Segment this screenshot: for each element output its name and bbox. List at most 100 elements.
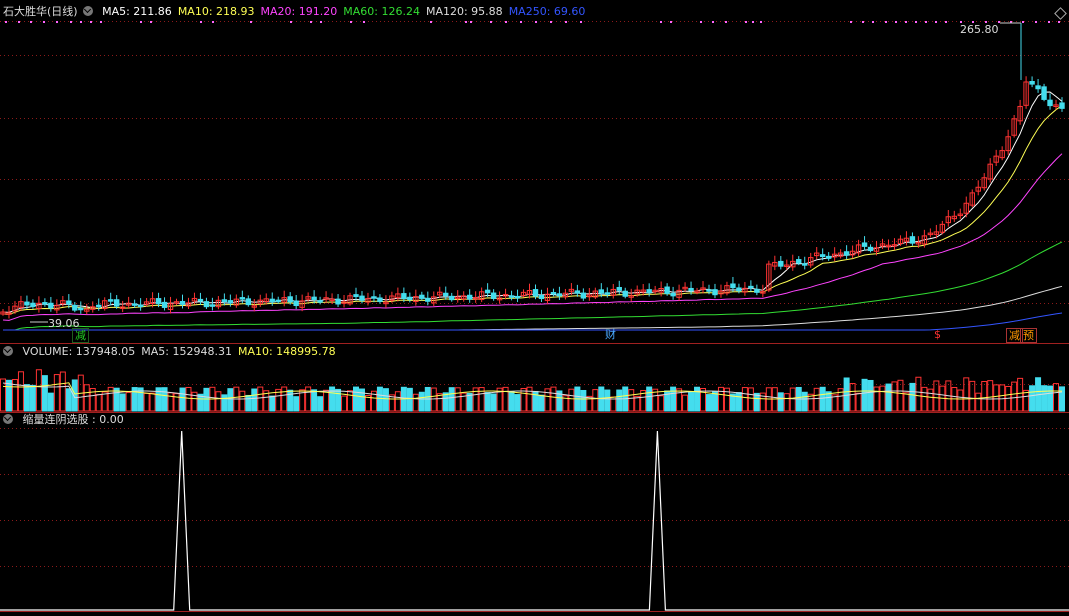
volume-bar: [538, 394, 545, 412]
volume-bar: [873, 386, 880, 412]
candle-body: [131, 303, 138, 306]
volume-bar: [125, 392, 132, 412]
signal-dot: [465, 21, 467, 23]
volume-bar: [281, 386, 288, 412]
volume-bar: [747, 387, 754, 412]
candle-body: [843, 251, 850, 256]
signal-dot: [470, 21, 472, 23]
candle-body: [107, 299, 114, 302]
candle-body: [425, 297, 431, 302]
signal-dot: [565, 21, 567, 23]
candle-body: [287, 296, 293, 303]
volume-bar: [35, 369, 42, 412]
candle-body: [909, 236, 916, 244]
volume-bar: [23, 384, 30, 412]
indicator-value: MA5: 152948.31: [141, 345, 232, 358]
marker-forecast[interactable]: 预: [1020, 328, 1037, 343]
volume-bar: [412, 393, 419, 412]
volume-bar: [257, 386, 264, 412]
volume-bar: [777, 392, 784, 412]
signal-dot: [490, 21, 492, 23]
candle-body: [1041, 86, 1047, 100]
candle-body: [861, 242, 868, 247]
candle-body: [550, 292, 557, 295]
volume-bar: [484, 392, 491, 412]
signal-dot: [752, 21, 754, 23]
volume-bar: [843, 377, 850, 412]
candle-body: [664, 286, 670, 294]
volume-bar: [113, 387, 120, 412]
marker-dollar[interactable]: $: [932, 328, 943, 341]
candle-body: [1059, 102, 1065, 109]
candle-body: [401, 293, 407, 300]
indicator-value: MA20: 191.20: [260, 5, 338, 18]
candle-body: [72, 304, 78, 311]
signal-dot: [1058, 21, 1060, 23]
signal-dot: [850, 21, 852, 23]
candle-body: [825, 255, 832, 259]
volume-bar: [981, 381, 988, 412]
volume-bar: [963, 377, 970, 412]
candle-body: [616, 287, 622, 291]
volume-bar: [999, 384, 1006, 412]
marker-finance[interactable]: 财: [603, 328, 618, 341]
volume-bar: [915, 376, 922, 412]
signal-dot: [745, 21, 747, 23]
price-labels: 265.80 39.06: [30, 22, 1021, 330]
signal-dot: [100, 21, 102, 23]
volume-bar: [239, 390, 246, 412]
volume-bar: [1023, 389, 1030, 412]
marker-reduce[interactable]: 减: [72, 328, 89, 343]
volume-bar: [520, 387, 527, 412]
candle-body: [269, 298, 275, 303]
volume-bar: [933, 380, 940, 412]
volume-bar: [580, 389, 587, 412]
candle-body: [317, 300, 323, 303]
candle-body: [736, 287, 742, 292]
candle-body: [209, 304, 216, 307]
collapse-icon[interactable]: [82, 6, 93, 16]
volume-bar: [813, 387, 820, 412]
volume-bar: [227, 388, 234, 412]
signal-dot: [18, 21, 20, 23]
volume-bar: [658, 395, 665, 412]
volume-bar: [5, 379, 12, 412]
candle-body: [155, 298, 162, 305]
volume-bar: [628, 389, 635, 412]
candle-body: [311, 296, 317, 300]
candle-body: [646, 289, 652, 294]
volume-bar: [987, 380, 994, 412]
volume-bar: [735, 392, 742, 412]
signal-dot: [712, 21, 714, 23]
signal-dot: [290, 21, 292, 23]
volume-bar: [1017, 377, 1024, 412]
collapse-icon[interactable]: [3, 346, 13, 356]
volume-bar: [353, 386, 359, 412]
volume-bar: [1041, 385, 1048, 412]
candle-body: [113, 299, 120, 307]
volume-bar: [454, 387, 461, 412]
stock-chart-window: 265.80 39.06 石大胜华(日线) MA5: 211.86 MA10: 2…: [0, 0, 1069, 616]
volume-bar: [1011, 381, 1018, 412]
candle-body: [670, 292, 676, 297]
candle-body: [706, 289, 712, 292]
signal-panel-header: 缩量连阴选股 : 0.00: [3, 412, 130, 428]
candle-body: [407, 296, 413, 301]
candle-body: [538, 294, 545, 300]
volume-bar: [855, 392, 862, 412]
candle-body: [221, 299, 228, 303]
signal-dot: [212, 21, 214, 23]
signal-dot: [520, 21, 522, 23]
signal-dot: [550, 21, 552, 23]
collapse-icon[interactable]: [3, 414, 13, 424]
candle-body: [96, 304, 102, 308]
ma-line: [2, 153, 1063, 321]
main-panel-header: 石大胜华(日线) MA5: 211.86 MA10: 218.93 MA20: 19…: [3, 4, 597, 20]
volume-bar: [975, 392, 982, 412]
volume-bar: [801, 391, 808, 412]
volume-bar: [47, 392, 54, 412]
price-candles: [0, 23, 1065, 319]
candle-body: [42, 302, 48, 305]
candle-body: [197, 298, 204, 302]
candle-body: [1047, 99, 1053, 107]
